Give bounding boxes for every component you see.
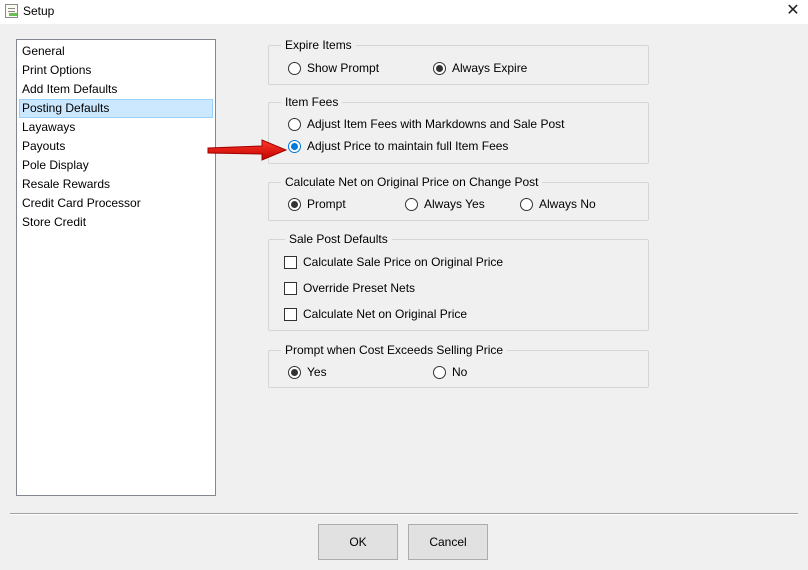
nav-item-general[interactable]: General xyxy=(19,42,213,61)
footer-divider xyxy=(10,513,798,515)
radio-button[interactable] xyxy=(433,365,446,379)
nav-item-print-options[interactable]: Print Options xyxy=(19,61,213,80)
radio-label: Always Yes xyxy=(424,197,485,211)
radio-button[interactable] xyxy=(288,365,301,379)
calc-sale-price-checkbox[interactable]: Calculate Sale Price on Original Price xyxy=(284,254,503,270)
cancel-button[interactable]: Cancel xyxy=(408,524,488,560)
window-title: Setup xyxy=(23,4,55,18)
ok-button[interactable]: OK xyxy=(318,524,398,560)
item-fees-title: Item Fees xyxy=(281,95,343,109)
prompt-cost-title: Prompt when Cost Exceeds Selling Price xyxy=(281,343,508,357)
radio-button[interactable] xyxy=(288,139,301,153)
override-preset-nets-checkbox[interactable]: Override Preset Nets xyxy=(284,280,415,296)
item-fees-group: Item Fees Adjust Item Fees with Markdown… xyxy=(268,95,649,164)
app-icon xyxy=(5,4,18,18)
radio-label: Adjust Price to maintain full Item Fees xyxy=(307,139,509,153)
yes-radio[interactable]: Yes xyxy=(288,364,327,380)
adjust-item-fees-radio[interactable]: Adjust Item Fees with Markdowns and Sale… xyxy=(288,116,564,132)
prompt-cost-group: Prompt when Cost Exceeds Selling Price Y… xyxy=(268,343,649,388)
expire-items-group: Expire Items Show Prompt Always Expire xyxy=(268,38,649,85)
radio-label: No xyxy=(452,365,468,379)
expire-items-title: Expire Items xyxy=(281,38,356,52)
checkbox[interactable] xyxy=(284,307,297,321)
nav-item-add-item-defaults[interactable]: Add Item Defaults xyxy=(19,80,213,99)
radio-label: Prompt xyxy=(307,197,346,211)
calculate-net-group: Calculate Net on Original Price on Chang… xyxy=(268,175,649,221)
nav-item-store-credit[interactable]: Store Credit xyxy=(19,213,213,232)
radio-label: Always No xyxy=(539,197,596,211)
radio-button[interactable] xyxy=(520,197,533,211)
sale-post-defaults-title: Sale Post Defaults xyxy=(285,232,392,246)
radio-button[interactable] xyxy=(288,197,301,211)
radio-label: Adjust Item Fees with Markdowns and Sale… xyxy=(307,117,565,131)
nav-item-payouts[interactable]: Payouts xyxy=(19,137,213,156)
radio-button[interactable] xyxy=(433,61,446,75)
checkbox-label: Calculate Net on Original Price xyxy=(303,307,468,321)
prompt-radio[interactable]: Prompt xyxy=(288,196,346,212)
title-bar: Setup ✕ xyxy=(0,0,808,24)
settings-category-list[interactable]: General Print Options Add Item Defaults … xyxy=(16,39,216,496)
always-expire-radio[interactable]: Always Expire xyxy=(433,60,527,76)
show-prompt-radio[interactable]: Show Prompt xyxy=(288,60,379,76)
red-arrow-icon xyxy=(207,139,288,161)
checkbox[interactable] xyxy=(284,281,297,295)
calculate-net-title: Calculate Net on Original Price on Chang… xyxy=(281,175,543,189)
nav-item-resale-rewards[interactable]: Resale Rewards xyxy=(19,175,213,194)
radio-label: Always Expire xyxy=(452,61,528,75)
sale-post-defaults-group: Sale Post Defaults Calculate Sale Price … xyxy=(268,232,649,331)
nav-item-posting-defaults[interactable]: Posting Defaults xyxy=(19,99,213,118)
checkbox-label: Override Preset Nets xyxy=(303,281,416,295)
always-yes-radio[interactable]: Always Yes xyxy=(405,196,485,212)
adjust-price-radio[interactable]: Adjust Price to maintain full Item Fees xyxy=(288,138,508,154)
radio-label: Show Prompt xyxy=(307,61,380,75)
checkbox-label: Calculate Sale Price on Original Price xyxy=(303,255,504,269)
radio-button[interactable] xyxy=(405,197,418,211)
calc-net-original-checkbox[interactable]: Calculate Net on Original Price xyxy=(284,306,467,322)
always-no-radio[interactable]: Always No xyxy=(520,196,596,212)
checkbox[interactable] xyxy=(284,255,297,269)
nav-item-pole-display[interactable]: Pole Display xyxy=(19,156,213,175)
nav-item-layaways[interactable]: Layaways xyxy=(19,118,213,137)
nav-item-credit-card-processor[interactable]: Credit Card Processor xyxy=(19,194,213,213)
no-radio[interactable]: No xyxy=(433,364,467,380)
radio-button[interactable] xyxy=(288,61,301,75)
radio-button[interactable] xyxy=(288,117,301,131)
close-button[interactable]: ✕ xyxy=(778,0,808,24)
radio-label: Yes xyxy=(307,365,327,379)
